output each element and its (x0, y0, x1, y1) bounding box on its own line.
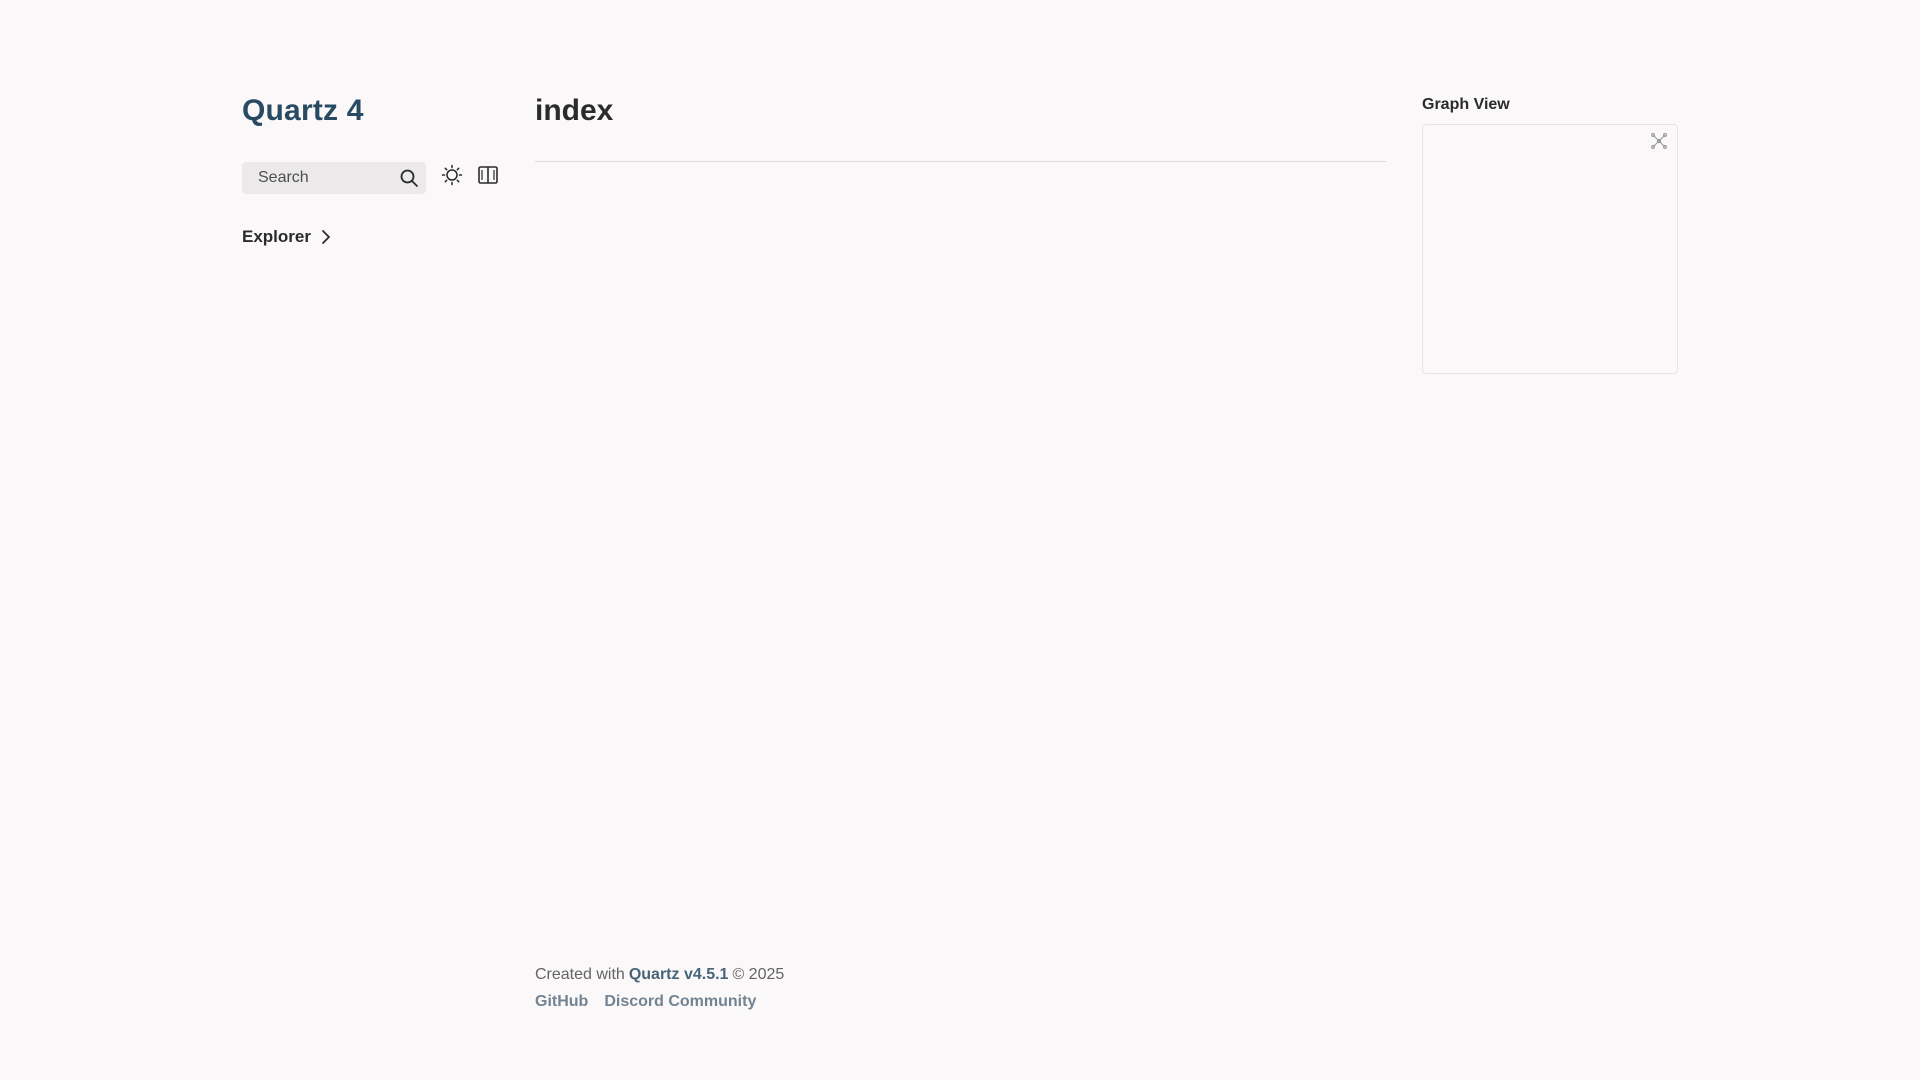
graph-view-heading: Graph View (1422, 96, 1510, 113)
book-icon (477, 164, 499, 191)
footer-copyright: © 2025 (732, 966, 785, 983)
footer-link-discord[interactable]: Discord Community (604, 993, 756, 1011)
search-button[interactable]: Search (242, 162, 426, 194)
explorer-label: Explorer (242, 227, 311, 246)
sun-icon (441, 164, 463, 191)
global-graph-icon (1650, 132, 1668, 155)
quartz-version-link[interactable]: Quartz v4.5.1 (629, 966, 729, 984)
search-label: Search (258, 169, 309, 186)
page: Quartz 4 Search Explorer index Graph Vie… (0, 0, 1920, 1080)
page-title: index (535, 94, 614, 127)
footer: Created with Quartz v4.5.1 © 2025 GitHub… (535, 966, 784, 1011)
footer-created-text: Created with (535, 966, 625, 983)
explorer-toggle[interactable]: Explorer (242, 224, 335, 250)
chevron-right-icon (319, 229, 335, 245)
global-graph-button[interactable] (1649, 132, 1669, 155)
title-divider (535, 161, 1386, 162)
graph-view-canvas[interactable] (1422, 124, 1678, 374)
search-icon (398, 167, 420, 189)
reader-mode-button[interactable] (475, 164, 501, 190)
footer-link-github[interactable]: GitHub (535, 993, 588, 1011)
site-title-link[interactable]: Quartz 4 (242, 94, 364, 128)
darkmode-toggle-button[interactable] (439, 164, 465, 190)
